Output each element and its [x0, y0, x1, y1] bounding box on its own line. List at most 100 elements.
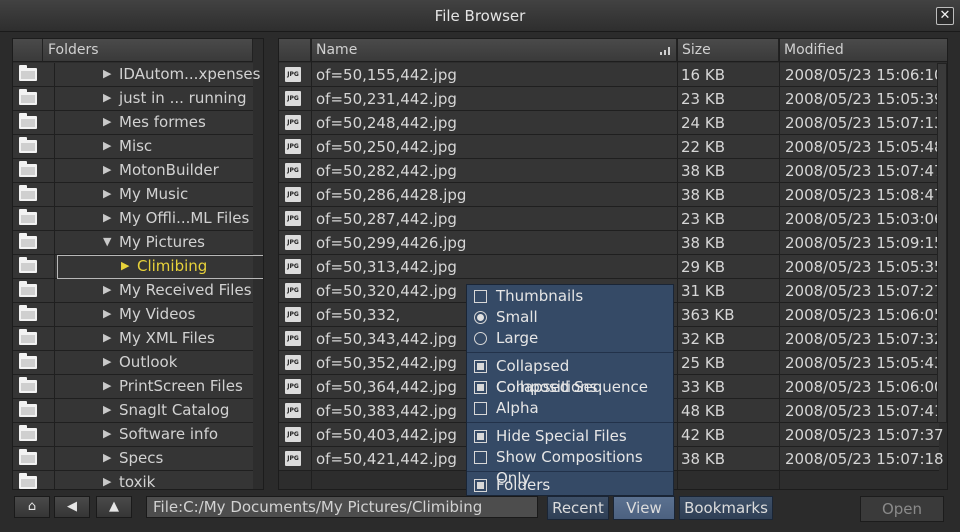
folder-item[interactable]: ▶ My Music	[13, 183, 253, 207]
menu-item-folders[interactable]: Folders	[467, 475, 673, 496]
file-row[interactable]: JPG of=50,286,4428.jpg 38 KB 2008/05/23 15:…	[279, 183, 944, 207]
up-button[interactable]: ▲	[96, 496, 132, 518]
file-size: 22 KB	[681, 138, 725, 156]
menu-item-large[interactable]: Large	[467, 328, 673, 349]
file-name: of=50,287,442.jpg	[316, 210, 457, 228]
collapsed-arrow-icon[interactable]: ▶	[103, 92, 113, 104]
collapsed-arrow-icon[interactable]: ▶	[103, 212, 113, 224]
back-button[interactable]: ◀	[54, 496, 90, 518]
file-row[interactable]: JPG of=50,248,442.jpg 24 KB 2008/05/23 15:0…	[279, 111, 944, 135]
collapsed-arrow-icon[interactable]: ▶	[103, 188, 113, 200]
file-row[interactable]: JPG of=50,250,442.jpg 22 KB 2008/05/23 15:0…	[279, 135, 944, 159]
file-name: of=50,383,442.jpg	[316, 402, 457, 420]
folder-icon	[19, 89, 37, 105]
file-name: of=50,286,4428.jpg	[316, 186, 467, 204]
folder-item[interactable]: ▶ toxik	[13, 471, 253, 489]
folder-icon	[19, 137, 37, 153]
file-row[interactable]: JPG of=50,231,442.jpg 23 KB 2008/05/23 15:0…	[279, 87, 944, 111]
folder-item[interactable]: ▶ SnagIt Catalog	[13, 399, 253, 423]
file-row[interactable]: JPG of=50,313,442.jpg 29 KB 2008/05/23 15:0…	[279, 255, 944, 279]
folder-label: Software info	[119, 425, 219, 443]
file-row[interactable]: JPG of=50,282,442.jpg 38 KB 2008/05/23 15:0…	[279, 159, 944, 183]
modified-header-label: Modified	[784, 42, 844, 58]
menu-item-alpha[interactable]: Alpha	[467, 398, 673, 419]
collapsed-arrow-icon[interactable]: ▶	[103, 116, 113, 128]
file-modified: 2008/05/23 15:05:35	[785, 258, 944, 276]
files-scrollbar[interactable]	[937, 63, 947, 423]
file-modified: 2008/05/23 15:06:05	[785, 306, 944, 324]
menu-item-label: Large	[496, 329, 539, 347]
folders-column-header[interactable]: Folders	[43, 39, 253, 62]
menu-item-show-compositions-only[interactable]: Show Compositions Only	[467, 447, 673, 487]
sort-icon	[660, 47, 670, 55]
path-field[interactable]: File:C:/My Documents/My Pictures/Climibi…	[146, 496, 538, 518]
collapsed-arrow-icon[interactable]: ▶	[103, 284, 113, 296]
collapsed-arrow-icon[interactable]: ▶	[103, 308, 113, 320]
jpg-file-icon: JPG	[285, 91, 301, 106]
close-button[interactable]: ✕	[936, 7, 954, 25]
open-button[interactable]: Open	[860, 496, 944, 522]
collapsed-arrow-icon[interactable]: ▶	[103, 476, 113, 488]
folder-icon	[19, 161, 37, 177]
folder-label: PrintScreen Files	[119, 377, 243, 395]
menu-item-hide-special-files[interactable]: Hide Special Files	[467, 426, 673, 447]
folder-item[interactable]: ▶ Specs	[13, 447, 253, 471]
collapsed-arrow-icon[interactable]: ▶	[103, 380, 113, 392]
menu-item-label: Collapsed Sequence	[496, 378, 649, 396]
folder-label: Outlook	[119, 353, 178, 371]
folder-item[interactable]: ▶ Outlook	[13, 351, 253, 375]
collapsed-arrow-icon[interactable]: ▶	[103, 404, 113, 416]
view-button[interactable]: View	[613, 496, 675, 520]
folder-item[interactable]: ▶ Mes formes	[13, 111, 253, 135]
folder-item[interactable]: ▶ My Offli...ML Files	[13, 207, 253, 231]
folder-item[interactable]: ▼ My Pictures	[13, 231, 253, 255]
folder-item[interactable]: ▶ MotonBuilder	[13, 159, 253, 183]
name-column-header[interactable]: Name	[311, 39, 677, 62]
jpg-file-icon: JPG	[285, 427, 301, 442]
menu-item-small[interactable]: Small	[467, 307, 673, 328]
folder-item[interactable]: ▶ My Videos	[13, 303, 253, 327]
collapsed-arrow-icon[interactable]: ▶	[103, 140, 113, 152]
collapsed-arrow-icon[interactable]: ▶	[103, 332, 113, 344]
jpg-file-icon: JPG	[285, 331, 301, 346]
folder-item[interactable]: ▶ IDAutom...xpenses	[13, 63, 260, 87]
folder-item[interactable]: ▶ Misc	[13, 135, 253, 159]
file-size: 29 KB	[681, 258, 725, 276]
bookmarks-button[interactable]: Bookmarks	[679, 496, 773, 520]
home-button[interactable]: ⌂	[14, 496, 50, 518]
folder-item[interactable]: ▶ My XML Files	[13, 327, 253, 351]
modified-column-header[interactable]: Modified	[779, 39, 947, 62]
folder-icon	[19, 209, 37, 225]
menu-item-collapsed-sequence[interactable]: Collapsed Sequence	[467, 377, 673, 398]
collapsed-arrow-icon[interactable]: ▶	[103, 68, 113, 80]
folder-item[interactable]: ▶ PrintScreen Files	[13, 375, 253, 399]
expanded-arrow-icon[interactable]: ▼	[103, 236, 113, 248]
view-label: View	[626, 499, 662, 517]
file-row[interactable]: JPG of=50,287,442.jpg 23 KB 2008/05/23 15:0…	[279, 207, 944, 231]
file-modified: 2008/05/23 15:05:39	[785, 90, 944, 108]
menu-item-collapsed-compositions[interactable]: Collapsed Compositions	[467, 356, 673, 396]
collapsed-arrow-icon[interactable]: ▶	[103, 452, 113, 464]
menu-item-thumbnails[interactable]: Thumbnails	[467, 286, 673, 307]
menu-item-label: Folders	[496, 476, 551, 494]
radio-icon	[474, 332, 487, 345]
folder-item[interactable]: ▶ just in ... running	[13, 87, 253, 111]
open-label: Open	[881, 500, 923, 518]
recent-label: Recent	[552, 499, 604, 517]
folder-item[interactable]: ▶ My Received Files	[13, 279, 253, 303]
file-row[interactable]: JPG of=50,299,4426.jpg 38 KB 2008/05/23 15:…	[279, 231, 944, 255]
menu-item-label: Small	[496, 308, 538, 326]
folder-item[interactable]: ▶ Software info	[13, 423, 253, 447]
jpg-file-icon: JPG	[285, 235, 301, 250]
file-row[interactable]: JPG of=50,155,442.jpg 16 KB 2008/05/23 15:0…	[279, 63, 944, 87]
folder-label: Specs	[119, 449, 164, 467]
window-title: File Browser	[434, 7, 526, 25]
recent-button[interactable]: Recent	[547, 496, 609, 520]
collapsed-arrow-icon[interactable]: ▶	[103, 164, 113, 176]
collapsed-arrow-icon[interactable]: ▶	[103, 428, 113, 440]
view-menu: Thumbnails Small Large Collapsed Compositio…	[466, 284, 674, 496]
size-column-header[interactable]: Size	[677, 39, 779, 62]
folder-icon	[19, 281, 37, 297]
file-name: of=50,403,442.jpg	[316, 426, 457, 444]
collapsed-arrow-icon[interactable]: ▶	[103, 356, 113, 368]
